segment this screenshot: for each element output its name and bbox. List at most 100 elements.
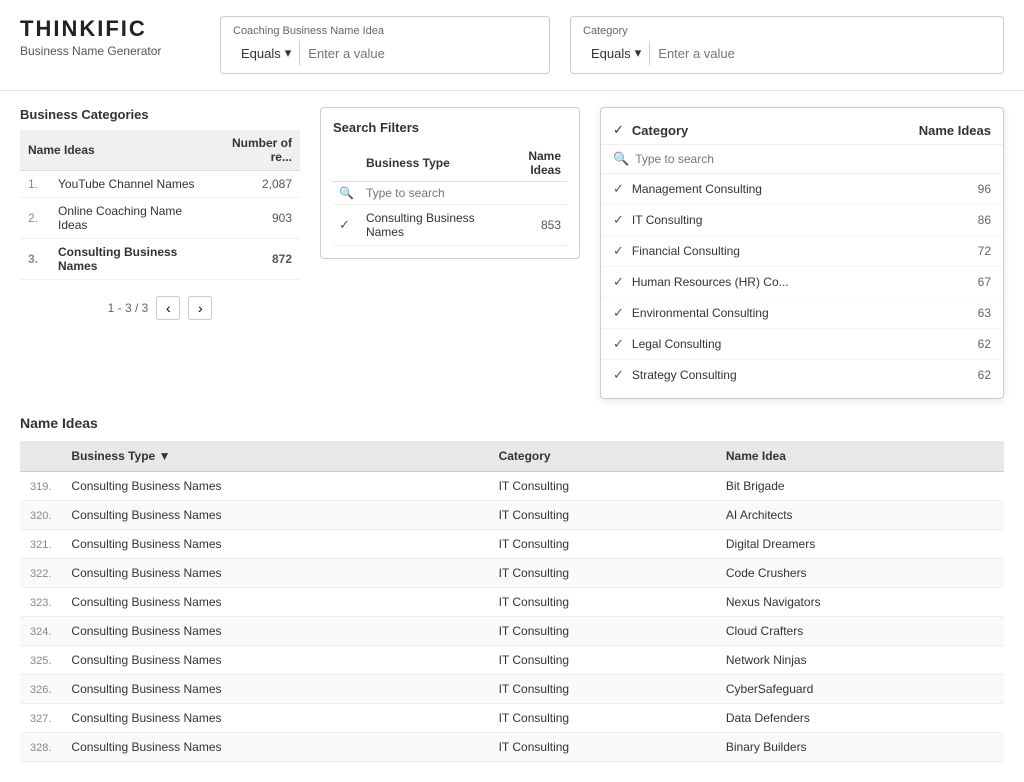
row-category: IT Consulting [489, 559, 716, 588]
row-number: 324. [30, 626, 51, 638]
category-row-name: YouTube Channel Names [50, 171, 207, 198]
filter1-operator[interactable]: Equals ▾ [233, 41, 300, 65]
row-number: 322. [30, 568, 51, 580]
category-row[interactable]: 3. Consulting Business Names 872 [20, 239, 300, 280]
filter-search-row: 🔍 [333, 182, 567, 205]
category-row-name: Online Coaching Name Ideas [50, 198, 207, 239]
left-panel: Business Categories Name Ideas Number of… [20, 107, 300, 320]
category-item-name: IT Consulting [632, 213, 978, 227]
row-number: 325. [30, 655, 51, 667]
category-item-check-icon: ✓ [613, 336, 624, 352]
filter1-input[interactable] [308, 46, 537, 61]
row-category: IT Consulting [489, 646, 716, 675]
app-container: THINKIFIC Business Name Generator Coachi… [0, 0, 1024, 782]
category-item-count: 72 [978, 244, 991, 258]
row-business-type: Consulting Business Names [61, 733, 488, 762]
row-business-type: Consulting Business Names [61, 675, 488, 704]
category-row-name: Consulting Business Names [50, 239, 207, 280]
category-row[interactable]: 1. YouTube Channel Names 2,087 [20, 171, 300, 198]
row-number: 328. [30, 742, 51, 754]
table-row: 323. Consulting Business Names IT Consul… [20, 588, 1004, 617]
category-item-check-icon: ✓ [613, 212, 624, 228]
row-name-idea: Cloud Crafters [716, 617, 1004, 646]
col-name-idea: Name Idea [716, 441, 1004, 472]
category-item-count: 67 [978, 275, 991, 289]
col-business-type[interactable]: Business Type ▼ [61, 441, 488, 472]
categories-title: Business Categories [20, 107, 300, 122]
row-name-idea: CyberSafeguard [716, 675, 1004, 704]
category-header-label: Category [632, 123, 919, 138]
table-row: 328. Consulting Business Names IT Consul… [20, 733, 1004, 762]
sort-icon: ▼ [159, 449, 171, 463]
category-list-item[interactable]: ✓ Strategy Consulting 62 [601, 360, 1003, 390]
filter-search-input[interactable] [366, 186, 561, 200]
app-subtitle: Business Name Generator [20, 44, 200, 58]
logo: THINKIFIC [20, 16, 200, 42]
category-list-item[interactable]: ✓ Financial Consulting 72 [601, 236, 1003, 267]
row-business-type: Consulting Business Names [61, 588, 488, 617]
category-item-count: 86 [978, 213, 991, 227]
right-panel: ✓ Category Name Ideas 🔍 ✓ Management Con… [600, 107, 1004, 399]
category-list-item[interactable]: ✓ Management Consulting 96 [601, 174, 1003, 205]
category-header-count: Name Ideas [919, 123, 991, 138]
category-row-count: 903 [207, 198, 300, 239]
filter1-label: Coaching Business Name Idea [233, 25, 537, 37]
category-list-item[interactable]: ✓ IT Consulting 86 [601, 205, 1003, 236]
filter2-operator[interactable]: Equals ▾ [583, 41, 650, 65]
row-name-idea: Bit Brigade [716, 472, 1004, 501]
filter2-chevron-icon: ▾ [635, 45, 642, 61]
category-list-item[interactable]: ✓ Legal Consulting 62 [601, 329, 1003, 360]
category-header-check-icon: ✓ [613, 122, 624, 138]
category-item-name: Strategy Consulting [632, 368, 978, 382]
row-business-type: Consulting Business Names [61, 646, 488, 675]
categories-col2: Number of re... [207, 130, 300, 171]
table-row: 327. Consulting Business Names IT Consul… [20, 704, 1004, 733]
row-business-type: Consulting Business Names [61, 530, 488, 559]
filter1-operator-text: Equals [241, 46, 281, 61]
filter-item-row: ✓ Consulting Business Names 853 [333, 205, 567, 246]
name-ideas-table: Business Type ▼ Category Name Idea 319. … [20, 441, 1004, 762]
table-row: 322. Consulting Business Names IT Consul… [20, 559, 1004, 588]
row-category: IT Consulting [489, 675, 716, 704]
category-item-count: 62 [978, 368, 991, 382]
middle-panel: Search Filters Business Type Name Ideas … [320, 107, 580, 259]
category-list-item[interactable]: ✓ Environmental Consulting 63 [601, 298, 1003, 329]
category-item-check-icon: ✓ [613, 305, 624, 321]
table-row: 324. Consulting Business Names IT Consul… [20, 617, 1004, 646]
category-row[interactable]: 2. Online Coaching Name Ideas 903 [20, 198, 300, 239]
categories-table: Name Ideas Number of re... 1. YouTube Ch… [20, 130, 300, 280]
filter-box-2: Category Equals ▾ [570, 16, 1004, 74]
header: THINKIFIC Business Name Generator Coachi… [0, 0, 1024, 91]
row-number: 320. [30, 510, 51, 522]
row-name-idea: Network Ninjas [716, 646, 1004, 675]
filters-title: Search Filters [333, 120, 567, 135]
next-page-button[interactable]: › [188, 296, 212, 320]
category-search-input[interactable] [635, 152, 991, 166]
category-search-icon: 🔍 [613, 151, 629, 167]
category-item-name: Legal Consulting [632, 337, 978, 351]
row-business-type: Consulting Business Names [61, 501, 488, 530]
category-item-name: Environmental Consulting [632, 306, 978, 320]
category-item-check-icon: ✓ [613, 274, 624, 290]
filter-search-icon: 🔍 [339, 186, 354, 200]
category-dropdown-header: ✓ Category Name Ideas [601, 116, 1003, 145]
row-name-idea: Digital Dreamers [716, 530, 1004, 559]
category-item-count: 62 [978, 337, 991, 351]
prev-page-button[interactable]: ‹ [156, 296, 180, 320]
table-row: 320. Consulting Business Names IT Consul… [20, 501, 1004, 530]
category-row-count: 872 [207, 239, 300, 280]
row-business-type: Consulting Business Names [61, 559, 488, 588]
category-item-name: Financial Consulting [632, 244, 978, 258]
row-number: 326. [30, 684, 51, 696]
filter2-input[interactable] [658, 46, 991, 61]
category-search-row: 🔍 [601, 145, 1003, 174]
row-number: 327. [30, 713, 51, 725]
categories-col1: Name Ideas [20, 130, 207, 171]
table-row: 321. Consulting Business Names IT Consul… [20, 530, 1004, 559]
row-number: 319. [30, 481, 51, 493]
table-row: 326. Consulting Business Names IT Consul… [20, 675, 1004, 704]
filter-col2: Name Ideas [497, 145, 567, 182]
name-ideas-title: Name Ideas [20, 415, 1004, 431]
category-list-item[interactable]: ✓ Human Resources (HR) Co... 67 [601, 267, 1003, 298]
row-name-idea: AI Architects [716, 501, 1004, 530]
